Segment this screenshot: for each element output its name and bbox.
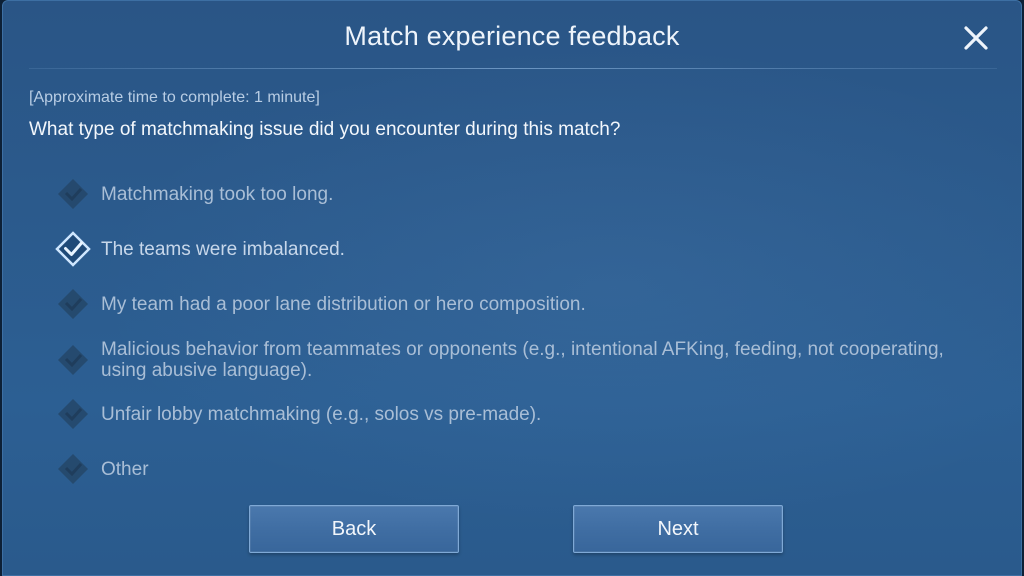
dialog-title: Match experience feedback xyxy=(344,21,680,51)
option-label: Malicious behavior from teammates or opp… xyxy=(101,339,944,381)
unchecked-diamond-icon xyxy=(53,449,93,489)
option-other[interactable]: Other xyxy=(53,449,973,489)
time-estimate-note: [Approximate time to complete: 1 minute] xyxy=(29,89,320,106)
close-button[interactable] xyxy=(959,21,993,55)
option-label: My team had a poor lane distribution or … xyxy=(101,293,586,315)
unchecked-diamond-icon xyxy=(53,284,93,324)
back-button[interactable]: Back xyxy=(249,505,459,553)
survey-question: What type of matchmaking issue did you e… xyxy=(29,119,621,140)
option-label: The teams were imbalanced. xyxy=(101,238,345,260)
option-malicious-behavior[interactable]: Malicious behavior from teammates or opp… xyxy=(53,339,973,381)
title-divider xyxy=(29,68,997,69)
option-list: Matchmaking took too long. The teams wer… xyxy=(3,1,1021,575)
option-label: Unfair lobby matchmaking (e.g., solos vs… xyxy=(101,403,542,425)
option-poor-lane-distribution[interactable]: My team had a poor lane distribution or … xyxy=(53,284,973,324)
option-label: Matchmaking took too long. xyxy=(101,183,334,205)
unchecked-diamond-icon xyxy=(53,394,93,434)
close-icon xyxy=(964,26,988,50)
unchecked-diamond-icon xyxy=(53,174,93,214)
option-unfair-lobby[interactable]: Unfair lobby matchmaking (e.g., solos vs… xyxy=(53,394,973,434)
unchecked-diamond-icon xyxy=(53,340,93,380)
next-button[interactable]: Next xyxy=(573,505,783,553)
option-label: Other xyxy=(101,458,149,480)
option-teams-imbalanced[interactable]: The teams were imbalanced. xyxy=(53,229,973,269)
option-matchmaking-too-long[interactable]: Matchmaking took too long. xyxy=(53,174,973,214)
checked-diamond-icon xyxy=(53,229,93,269)
feedback-dialog: Match experience feedback [Approximate t… xyxy=(2,0,1022,576)
